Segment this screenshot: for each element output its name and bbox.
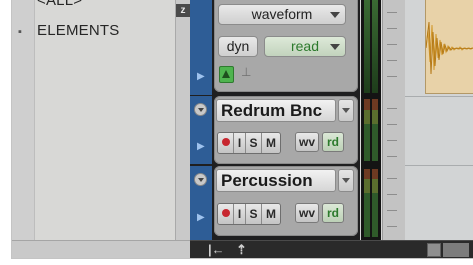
solo-button[interactable]: S bbox=[246, 204, 262, 224]
track-header-1: waveform dyn read ⊥ bbox=[214, 0, 358, 92]
pin-icon: ⊥ bbox=[241, 65, 252, 79]
vertical-ruler bbox=[382, 0, 405, 240]
track-name-dropdown[interactable] bbox=[338, 169, 354, 192]
track-view-selector[interactable]: waveform bbox=[218, 4, 346, 25]
marker-icon: ▪ bbox=[18, 26, 22, 38]
automation-mode-selector[interactable]: read bbox=[264, 36, 346, 57]
automation-mode-label: read bbox=[290, 38, 320, 54]
horizontal-zoom-handle[interactable] bbox=[427, 243, 441, 257]
keyframe-icon[interactable] bbox=[219, 66, 234, 83]
record-button[interactable] bbox=[218, 204, 234, 224]
chevron-down-icon bbox=[330, 12, 340, 18]
ruler-tick bbox=[387, 12, 397, 13]
collapse-circle-icon[interactable] bbox=[194, 103, 207, 116]
left-edge-strip: ▪ bbox=[12, 0, 35, 240]
collapse-circle-icon[interactable] bbox=[194, 173, 207, 186]
ruler-tick bbox=[387, 226, 397, 227]
list-item-elements[interactable]: ELEMENTS bbox=[37, 22, 119, 39]
input-monitor-button[interactable]: I bbox=[234, 133, 246, 153]
audio-clip[interactable] bbox=[425, 0, 473, 94]
ruler-tick bbox=[387, 60, 397, 61]
play-triangle-icon[interactable]: ▶ bbox=[197, 71, 205, 82]
track-selection-strip[interactable]: ▶ bbox=[190, 96, 212, 164]
meter-right bbox=[372, 0, 378, 93]
meter-left bbox=[364, 0, 370, 93]
meter-right bbox=[372, 169, 378, 237]
record-button[interactable] bbox=[218, 133, 234, 153]
dyn-label: dyn bbox=[226, 38, 250, 54]
ruler-tick bbox=[387, 76, 397, 77]
ruler-tick bbox=[387, 194, 397, 195]
input-monitor-button[interactable]: I bbox=[234, 204, 246, 224]
track-selection-strip[interactable]: ▶ bbox=[190, 166, 212, 240]
ruler-tick bbox=[387, 178, 397, 179]
meter-left bbox=[364, 99, 370, 161]
play-triangle-icon[interactable]: ▶ bbox=[197, 141, 205, 152]
ruler-tick bbox=[387, 28, 397, 29]
lane-divider bbox=[405, 96, 473, 97]
track-name-field[interactable]: Percussion bbox=[216, 169, 336, 192]
ruler-tick bbox=[387, 140, 397, 141]
waveform-graphic bbox=[425, 21, 473, 75]
pro-tools-edit-window: ▪ <ALL> ELEMENTS z ▶ waveform dyn read ⊥ bbox=[12, 0, 473, 258]
track-name-field[interactable]: Redrum Bnc bbox=[216, 99, 336, 122]
list-item-all[interactable]: <ALL> bbox=[37, 0, 82, 9]
view-button[interactable]: wv bbox=[295, 132, 319, 152]
play-triangle-icon[interactable]: ▶ bbox=[197, 212, 205, 223]
horizontal-scrollbar[interactable] bbox=[443, 243, 469, 257]
tracks-column: ▶ waveform dyn read ⊥ ▶ Redrum Bnc I S M… bbox=[190, 0, 360, 240]
track-view-label: waveform bbox=[251, 6, 313, 22]
dyn-button[interactable]: dyn bbox=[218, 36, 258, 57]
track-header-3: Percussion I S M wv rd bbox=[214, 166, 358, 236]
list-scrollbar[interactable] bbox=[176, 0, 191, 240]
meter-right bbox=[372, 99, 378, 161]
automation-button[interactable]: rd bbox=[322, 132, 344, 152]
mute-button[interactable]: M bbox=[262, 204, 280, 224]
track-selection-strip[interactable]: ▶ bbox=[190, 0, 212, 95]
track-header-2: Redrum Bnc I S M wv rd bbox=[214, 96, 358, 164]
ruler-tick bbox=[387, 156, 397, 157]
upload-icon[interactable]: ⇡ bbox=[236, 242, 247, 258]
ruler-tick bbox=[387, 108, 397, 109]
automation-button[interactable]: rd bbox=[322, 203, 344, 223]
view-button[interactable]: wv bbox=[295, 203, 319, 223]
mute-button[interactable]: M bbox=[262, 133, 280, 153]
elements-list-panel: <ALL> ELEMENTS bbox=[35, 0, 176, 240]
lane-divider bbox=[405, 165, 473, 166]
level-meters bbox=[361, 0, 381, 240]
track-name-dropdown[interactable] bbox=[338, 99, 354, 122]
meter-left bbox=[364, 169, 370, 237]
sort-badge[interactable]: z bbox=[176, 4, 190, 17]
chevron-down-icon bbox=[330, 44, 340, 50]
ruler-tick bbox=[387, 44, 397, 45]
ruler-tick bbox=[387, 124, 397, 125]
edit-timeline[interactable] bbox=[405, 0, 473, 240]
go-to-start-icon[interactable]: |← bbox=[208, 242, 225, 257]
rism-button-group: I S M bbox=[217, 203, 281, 225]
rism-button-group: I S M bbox=[217, 132, 281, 154]
edit-window-footer: |← ⇡ bbox=[190, 240, 473, 258]
ruler-tick bbox=[387, 210, 397, 211]
solo-button[interactable]: S bbox=[246, 133, 262, 153]
list-footer bbox=[12, 240, 190, 258]
